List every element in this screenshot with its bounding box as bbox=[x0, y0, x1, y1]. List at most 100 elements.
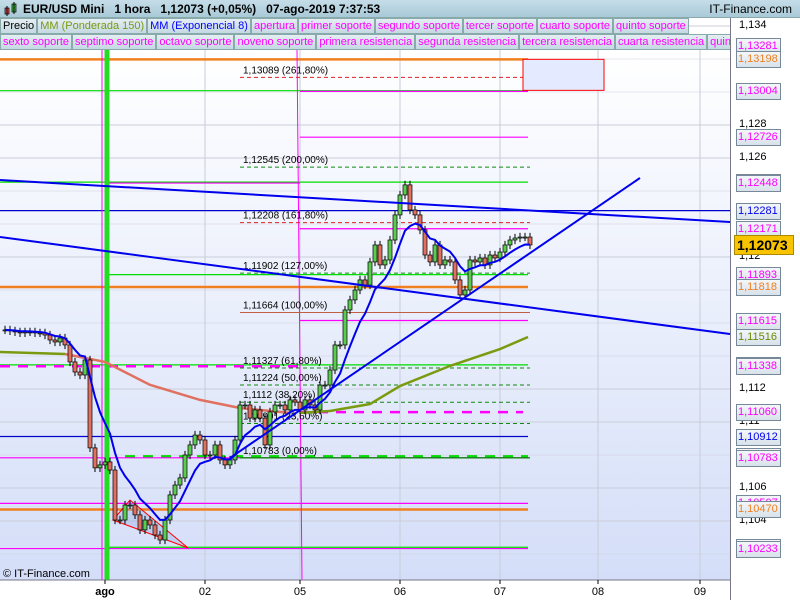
legend-item[interactable]: MM (Exponencial 8) bbox=[147, 18, 251, 34]
candle bbox=[142, 519, 148, 531]
level-price-tag: 1,13198 bbox=[736, 51, 781, 69]
candle bbox=[337, 344, 343, 347]
legend-item[interactable]: Precio bbox=[0, 18, 38, 34]
candlestick-logo-icon bbox=[4, 2, 17, 16]
candle bbox=[517, 236, 523, 239]
chart-title: EUR/USD Mini 1 hora 1,12073 (+0,05%) 07-… bbox=[23, 2, 380, 16]
fib-level-label: 1,10783 (0,00%) bbox=[243, 446, 317, 457]
candle bbox=[207, 454, 213, 457]
legend-row-2: sexto soporte septimo soporte octavo sopor… bbox=[0, 34, 744, 50]
level-price-tag: 1,10912 bbox=[736, 428, 781, 446]
price-tick-label: 1,106 bbox=[739, 481, 767, 493]
candle bbox=[372, 244, 378, 263]
time-tick-label: 07 bbox=[494, 586, 506, 598]
candle bbox=[182, 454, 188, 479]
candle bbox=[292, 399, 298, 403]
candle bbox=[352, 289, 358, 301]
candle bbox=[522, 236, 528, 239]
candle bbox=[72, 361, 78, 373]
candle bbox=[137, 514, 143, 531]
candle bbox=[122, 504, 128, 521]
candle bbox=[332, 344, 338, 371]
candle bbox=[512, 237, 518, 241]
legend-item[interactable]: tercera resistencia bbox=[519, 34, 615, 50]
level-price-tag: 1,11615 bbox=[736, 312, 781, 330]
candle bbox=[77, 371, 83, 376]
candle bbox=[272, 404, 278, 413]
level-price-tag: 1,11516 bbox=[736, 328, 781, 346]
candle bbox=[202, 439, 208, 456]
time-tick-label: 05 bbox=[294, 586, 306, 598]
fib-level-label: 1,11224 (50,00%) bbox=[243, 373, 322, 384]
candle bbox=[147, 519, 153, 526]
candle bbox=[447, 259, 453, 263]
candle bbox=[227, 459, 233, 466]
current-price-tag: 1,12073 bbox=[734, 234, 794, 255]
legend-item[interactable]: primer soporte bbox=[297, 18, 375, 34]
legend-item[interactable]: apertura bbox=[250, 18, 298, 34]
candle bbox=[477, 257, 483, 263]
candle bbox=[222, 459, 228, 466]
time-tick-label: 08 bbox=[592, 586, 604, 598]
legend-item[interactable]: octavo soporte bbox=[156, 34, 235, 50]
candle bbox=[402, 184, 408, 196]
candle bbox=[327, 369, 333, 386]
candle bbox=[462, 289, 468, 296]
price-axis[interactable]: 1,1341,1281,1261,121,1121,111,1061,1041,… bbox=[730, 18, 800, 600]
candle bbox=[392, 214, 398, 241]
candle bbox=[507, 239, 513, 246]
symbol: EUR/USD Mini bbox=[23, 2, 105, 16]
candle bbox=[427, 254, 433, 263]
candle bbox=[212, 444, 218, 456]
candle bbox=[192, 434, 198, 446]
candle bbox=[57, 337, 63, 343]
candle bbox=[472, 259, 478, 263]
candle bbox=[267, 411, 273, 446]
candle bbox=[127, 504, 133, 507]
candle bbox=[322, 384, 328, 387]
legend-item[interactable]: quinto soporte bbox=[613, 18, 689, 34]
level-price-tag: 1,12281 bbox=[736, 202, 781, 220]
candle bbox=[52, 339, 58, 343]
legend-item[interactable]: noveno soporte bbox=[234, 34, 317, 50]
legend-item[interactable]: cuarto soporte bbox=[536, 18, 614, 34]
legend-item[interactable]: cuarta resistencia bbox=[614, 34, 708, 50]
candle bbox=[92, 447, 98, 469]
candle bbox=[162, 519, 168, 541]
legend-item[interactable]: septimo soporte bbox=[72, 34, 157, 50]
candle bbox=[247, 404, 253, 419]
level-price-tag: 1,11060 bbox=[736, 404, 781, 422]
candle bbox=[277, 404, 283, 407]
legend-item[interactable]: segunda resistencia bbox=[415, 34, 520, 50]
candle bbox=[407, 184, 413, 211]
legend-item[interactable]: tercer soporte bbox=[462, 18, 537, 34]
fib-level-label: 1,12545 (200,00%) bbox=[243, 155, 328, 166]
level-price-tag: 1,12448 bbox=[736, 175, 781, 193]
legend-item[interactable]: segundo soporte bbox=[374, 18, 463, 34]
timestamp: 07-ago-2019 7:37:53 bbox=[266, 2, 381, 16]
candle bbox=[132, 504, 138, 516]
candle bbox=[97, 464, 103, 469]
brand: IT-Finance.com bbox=[709, 2, 792, 16]
copyright: © IT-Finance.com bbox=[3, 568, 90, 580]
title-bar: EUR/USD Mini 1 hora 1,12073 (+0,05%) 07-… bbox=[0, 0, 800, 18]
candle bbox=[237, 404, 243, 441]
candle bbox=[112, 469, 118, 521]
time-tick-label: 09 bbox=[694, 586, 706, 598]
level-price-tag: 1,10470 bbox=[736, 501, 781, 519]
time-tick-label: ago bbox=[95, 586, 115, 598]
candle bbox=[342, 309, 348, 346]
legend-item[interactable]: sexto soporte bbox=[0, 34, 73, 50]
fib-level-label: 1,11664 (100,00%) bbox=[243, 300, 327, 311]
legend-row-1: Precio MM (Ponderada 150) MM (Exponencial … bbox=[0, 18, 689, 34]
candle bbox=[102, 461, 108, 466]
candle bbox=[107, 461, 113, 471]
fib-level-label: 1,11327 (61,80%) bbox=[243, 356, 322, 367]
annotation-rectangle bbox=[522, 58, 605, 91]
price-tick-label: 1,134 bbox=[739, 19, 767, 31]
legend-item[interactable]: MM (Ponderada 150) bbox=[37, 18, 148, 34]
price-chart[interactable]: 1,13089 (261,80%) 1,12545 (200,00%) 1,1220… bbox=[0, 0, 730, 600]
legend-item[interactable]: primera resistencia bbox=[316, 34, 416, 50]
candle bbox=[67, 344, 73, 363]
price-tick-label: 1,126 bbox=[739, 151, 767, 163]
